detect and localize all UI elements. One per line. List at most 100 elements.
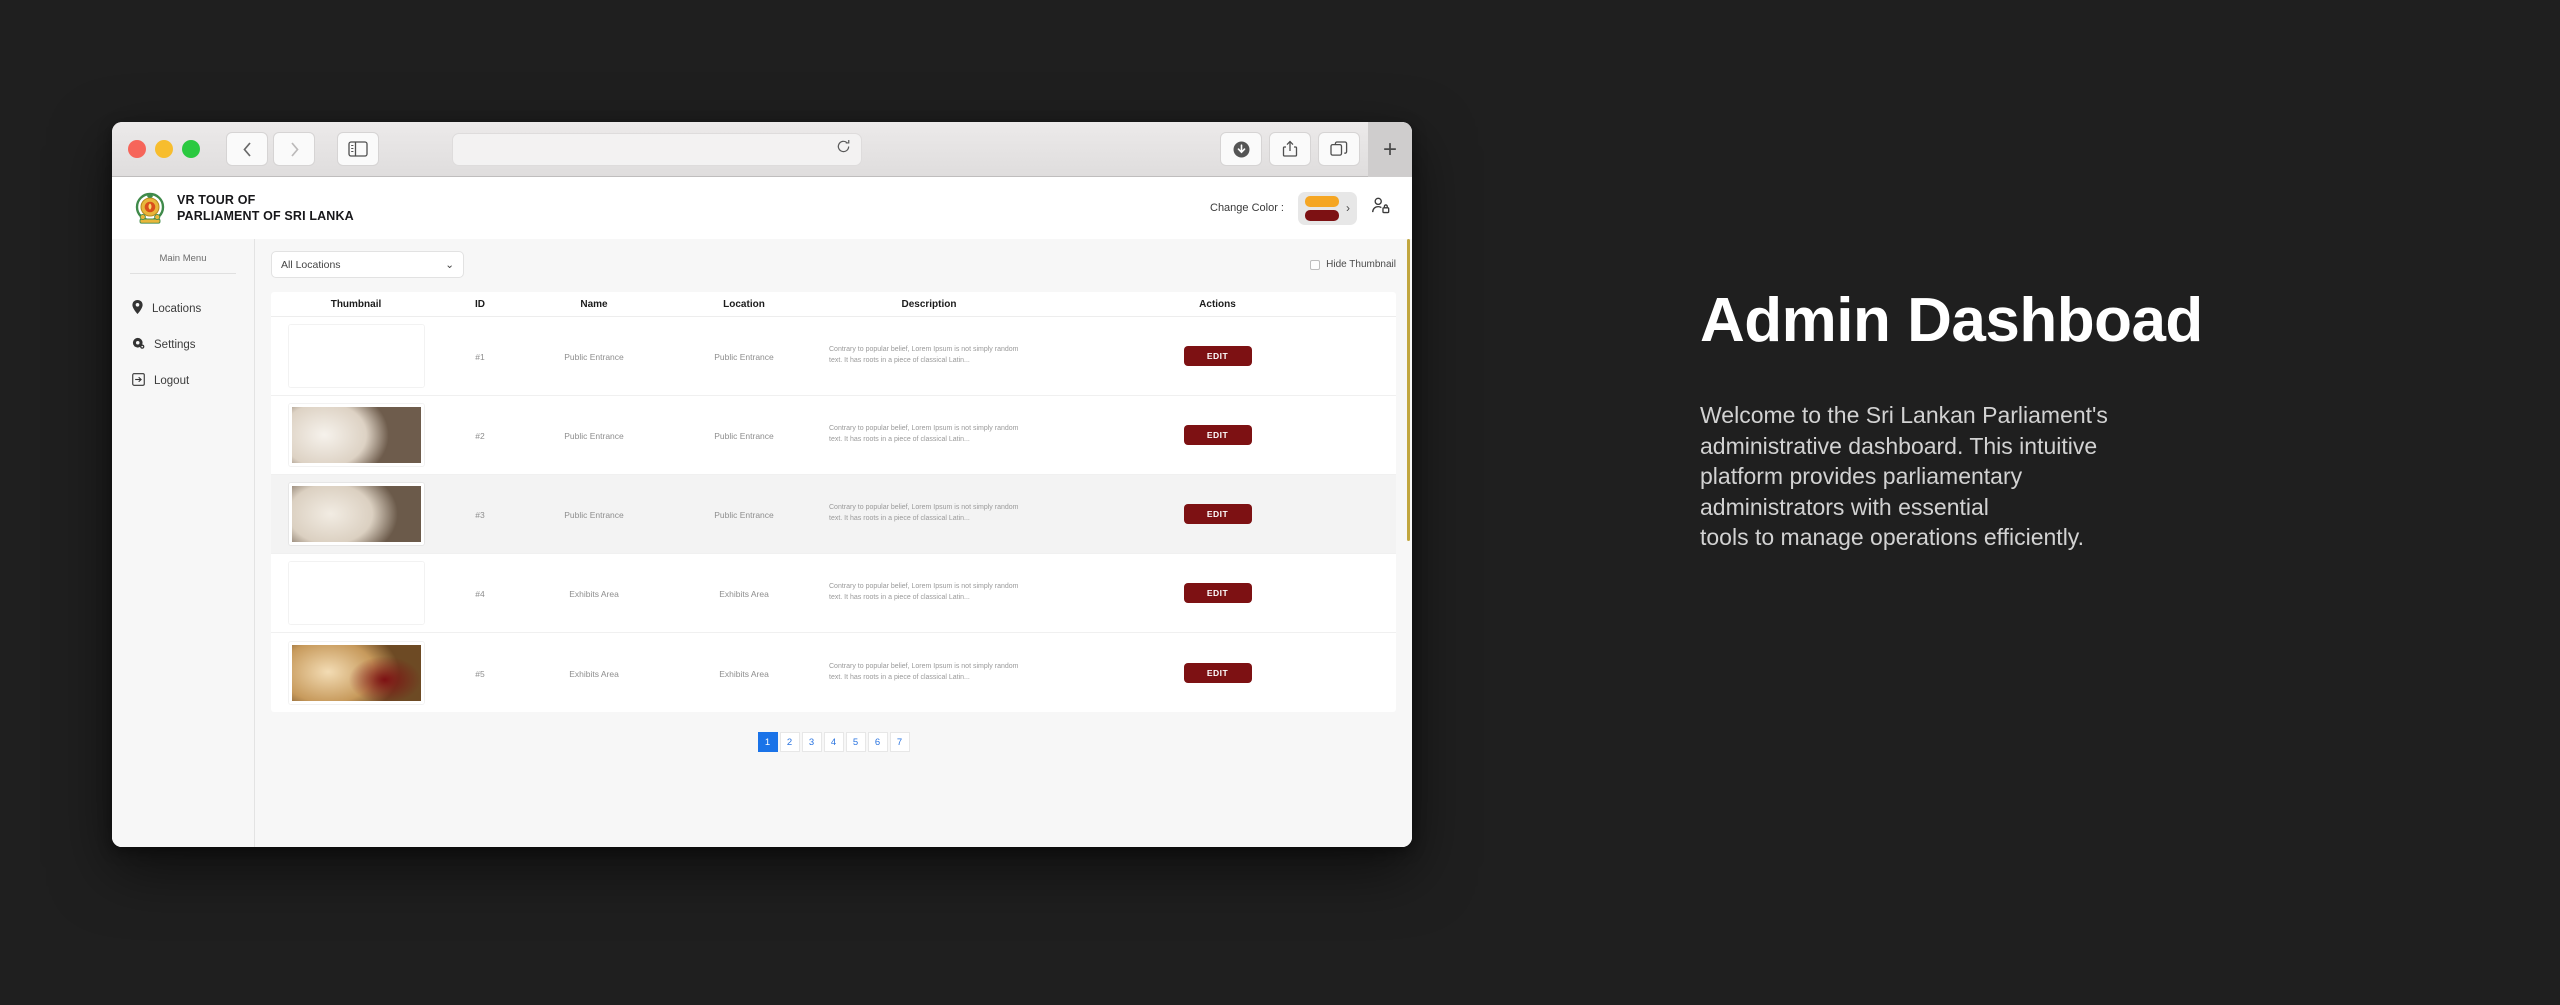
- sidebar-item-label: Locations: [152, 302, 202, 315]
- panorama-thumbnail[interactable]: [288, 641, 424, 704]
- row-id: #2: [475, 431, 485, 441]
- row-name: Public Entrance: [564, 510, 624, 520]
- main-content: All Locations ⌄ Hide Thumbnail Thumbnail…: [255, 239, 1412, 847]
- row-description: Contrary to popular belief, Lorem Ipsum …: [829, 583, 1019, 601]
- edit-button[interactable]: EDIT: [1183, 346, 1252, 366]
- pagination: 1 2 3 4 5 6 7: [271, 712, 1396, 752]
- sidebar-divider: [130, 273, 236, 274]
- change-color-label: Change Color :: [1210, 202, 1284, 214]
- row-name: Exhibits Area: [569, 668, 619, 679]
- column-header-id: ID: [475, 298, 485, 310]
- hide-thumbnail-control[interactable]: Hide Thumbnail: [1310, 259, 1396, 270]
- location-filter-value: All Locations: [281, 258, 341, 271]
- page-button-7[interactable]: 7: [889, 732, 910, 752]
- swatch-primary[interactable]: [1305, 195, 1339, 207]
- header-right: Change Color : ›: [1210, 191, 1390, 225]
- row-thumbnail-cell: [271, 325, 441, 387]
- swatch-secondary[interactable]: [1305, 209, 1339, 221]
- row-description: Contrary to popular belief, Lorem Ipsum …: [829, 346, 1019, 364]
- row-location: Exhibits Area: [719, 668, 769, 679]
- row-id: #4: [475, 589, 485, 599]
- sidebar: Main Menu Locations Settings Logout: [112, 239, 255, 847]
- table-row[interactable]: #3 Public Entrance Public Entrance Contr…: [271, 475, 1396, 554]
- page-button-1[interactable]: 1: [757, 732, 778, 752]
- sidebar-section-label: Main Menu: [159, 253, 207, 264]
- sidebar-item-settings[interactable]: Settings: [112, 327, 254, 363]
- logout-icon: [132, 373, 145, 389]
- row-description: Contrary to popular belief, Lorem Ipsum …: [829, 425, 1019, 443]
- row-actions: EDIT: [1039, 346, 1396, 366]
- row-id: #5: [475, 668, 485, 679]
- edit-button[interactable]: EDIT: [1183, 504, 1252, 524]
- panorama-thumbnail[interactable]: [288, 562, 424, 624]
- zoom-window-button[interactable]: [182, 140, 200, 158]
- column-header-name: Name: [580, 298, 608, 310]
- sidebar-item-locations[interactable]: Locations: [112, 290, 254, 327]
- panorama-thumbnail[interactable]: [288, 325, 424, 387]
- panorama-thumbnail[interactable]: [288, 404, 424, 466]
- row-description: Contrary to popular belief, Lorem Ipsum …: [829, 504, 1019, 522]
- edit-button[interactable]: EDIT: [1183, 425, 1252, 445]
- content-toolbar: All Locations ⌄ Hide Thumbnail: [271, 251, 1396, 278]
- page-description: Welcome to the Sri Lankan Parliament's a…: [1700, 402, 2108, 551]
- row-name: Exhibits Area: [569, 589, 619, 599]
- row-location: Public Entrance: [714, 431, 774, 441]
- row-actions: EDIT: [1039, 662, 1396, 683]
- row-thumbnail-cell: [271, 641, 441, 704]
- table-row[interactable]: #4 Exhibits Area Exhibits Area Contrary …: [271, 554, 1396, 633]
- page-title: Admin Dashboad: [1700, 286, 2203, 355]
- map-pin-icon: [132, 300, 143, 317]
- sidebar-item-label: Settings: [154, 339, 196, 351]
- hide-thumbnail-checkbox[interactable]: [1310, 259, 1321, 270]
- brand-line-2: PARLIAMENT OF SRI LANKA: [177, 209, 354, 223]
- row-thumbnail-cell: [271, 483, 441, 545]
- page-button-2[interactable]: 2: [779, 732, 800, 752]
- right-text-panel: Admin Dashboad Welcome to the Sri Lankan…: [1700, 290, 2480, 553]
- traffic-lights: [128, 140, 200, 158]
- row-actions: EDIT: [1039, 504, 1396, 524]
- row-name: Public Entrance: [564, 431, 624, 441]
- edit-button[interactable]: EDIT: [1183, 583, 1252, 603]
- app-header: VR TOUR OF PARLIAMENT OF SRI LANKA Chang…: [112, 177, 1412, 239]
- download-icon[interactable]: [1220, 132, 1262, 166]
- user-lock-icon[interactable]: [1371, 196, 1390, 220]
- forward-button[interactable]: [273, 132, 315, 166]
- close-window-button[interactable]: [128, 140, 146, 158]
- edit-button[interactable]: EDIT: [1183, 662, 1252, 683]
- address-bar[interactable]: [452, 132, 862, 166]
- tab-overview-icon[interactable]: [1318, 132, 1360, 166]
- locations-table: Thumbnail ID Name Location Description A…: [271, 292, 1396, 712]
- page-button-6[interactable]: 6: [867, 732, 888, 752]
- sidebar-item-logout[interactable]: Logout: [112, 363, 254, 399]
- hide-thumbnail-label: Hide Thumbnail: [1326, 259, 1396, 270]
- color-picker-control[interactable]: ›: [1298, 191, 1357, 225]
- table-row[interactable]: #1 Public Entrance Public Entrance Contr…: [271, 317, 1396, 396]
- brand-line-1: VR TOUR OF: [177, 193, 256, 207]
- column-header-description: Description: [901, 298, 957, 310]
- row-id: #1: [475, 352, 485, 362]
- location-filter-select[interactable]: All Locations ⌄: [271, 251, 464, 278]
- chevron-down-icon: ⌄: [445, 258, 454, 271]
- reload-icon[interactable]: [836, 139, 851, 159]
- minimize-window-button[interactable]: [155, 140, 173, 158]
- table-row[interactable]: #5 Exhibits Area Exhibits Area Contrary …: [271, 633, 1396, 712]
- page-button-3[interactable]: 3: [801, 732, 822, 752]
- row-thumbnail-cell: [271, 404, 441, 466]
- share-icon[interactable]: [1269, 132, 1311, 166]
- table-row[interactable]: #2 Public Entrance Public Entrance Contr…: [271, 396, 1396, 475]
- chevron-right-icon[interactable]: ›: [1346, 201, 1350, 215]
- page-button-4[interactable]: 4: [823, 732, 844, 752]
- new-tab-button[interactable]: +: [1368, 122, 1412, 177]
- web-page: VR TOUR OF PARLIAMENT OF SRI LANKA Chang…: [112, 177, 1412, 847]
- content-scrollbar[interactable]: [1407, 239, 1410, 541]
- row-location: Exhibits Area: [719, 589, 769, 599]
- row-name: Public Entrance: [564, 352, 624, 362]
- sidebar-icon[interactable]: [337, 132, 379, 166]
- page-button-5[interactable]: 5: [845, 732, 866, 752]
- panorama-thumbnail[interactable]: [288, 483, 424, 545]
- back-button[interactable]: [226, 132, 268, 166]
- row-id: #3: [475, 510, 485, 520]
- sri-lanka-crest-icon: [135, 192, 165, 224]
- sidebar-item-label: Logout: [154, 375, 190, 387]
- row-actions: EDIT: [1039, 425, 1396, 445]
